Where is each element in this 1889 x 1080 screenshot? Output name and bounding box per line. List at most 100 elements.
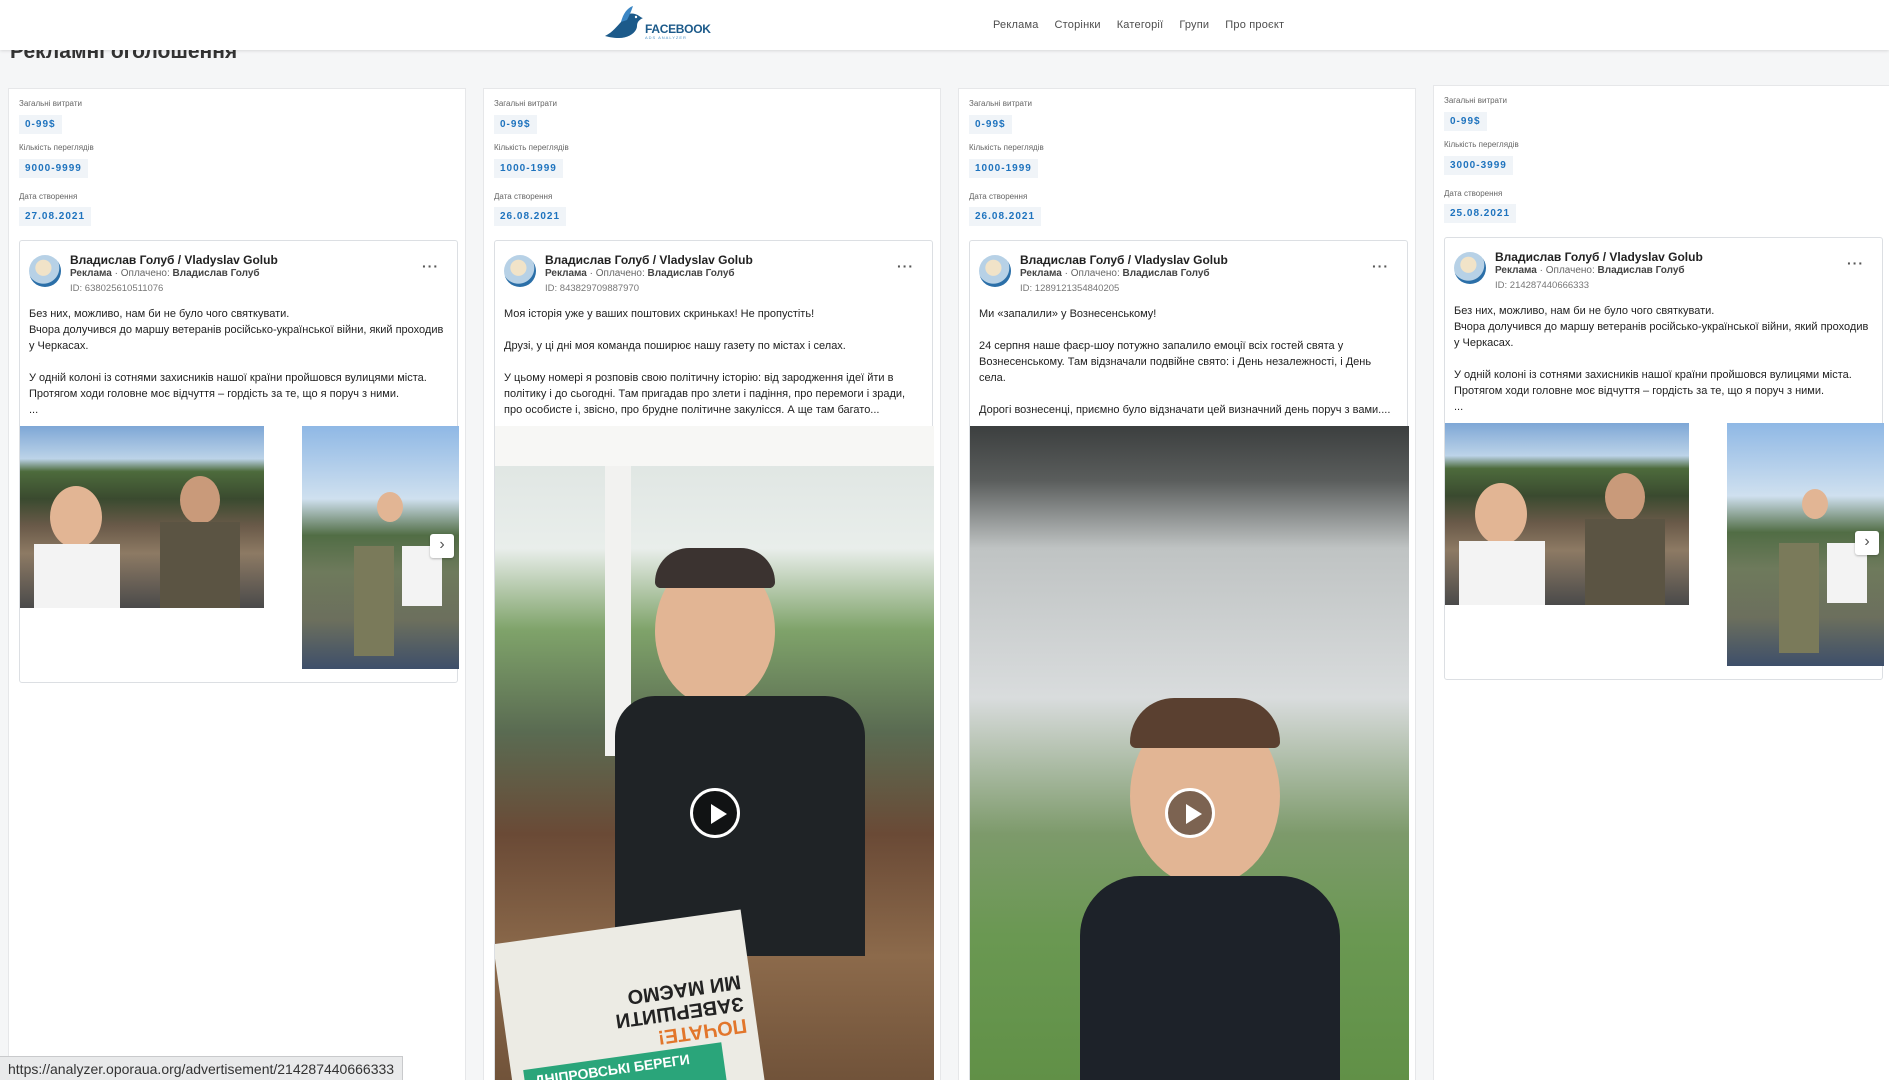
paid-by: Владислав Голуб (1122, 268, 1210, 279)
author-name[interactable]: Владислав Голуб / Vladyslav Golub (1020, 253, 1228, 267)
ad-id-line: ID: 214287440666333 (1495, 280, 1589, 291)
date-label: Дата створення (494, 192, 553, 201)
newspaper-line: БЕРЕГИ (632, 1050, 691, 1075)
nav-about[interactable]: Про проєкт (1225, 19, 1284, 31)
date-value: 25.08.2021 (1444, 204, 1517, 223)
ad-id: 638025610511076 (84, 283, 164, 294)
embroidered-shirt (1459, 541, 1545, 605)
person-face (1605, 473, 1645, 521)
id-prefix: ID: (70, 283, 83, 294)
date-value: 26.08.2021 (969, 207, 1042, 226)
date-value: 27.08.2021 (19, 207, 92, 226)
views-value: 3000-3999 (1444, 156, 1513, 175)
ad-preview-card[interactable]: Владислав Голуб / Vladyslav Golub Реклам… (969, 240, 1409, 1080)
views-label: Кількість переглядів (1444, 140, 1519, 149)
avatar (1454, 252, 1486, 284)
views-value: 1000-1999 (494, 159, 563, 178)
ad-preview-card[interactable]: Владислав Голуб / Vladyslav Golub Реклам… (1444, 237, 1884, 680)
nav-groups[interactable]: Групи (1179, 19, 1209, 31)
date-label: Дата створення (969, 192, 1028, 201)
ad-id: 214287440666333 (1509, 280, 1590, 291)
play-icon[interactable] (1165, 788, 1215, 838)
avatar (979, 255, 1011, 287)
ad-body-text: Моя історія уже у ваших поштових скриньк… (504, 308, 906, 416)
ad-body-text: Ми «запалили» у Вознесенському! 24 серпн… (979, 308, 1391, 416)
ad-sponsor-line: Реклама · Оплачено: Владислав Голуб (1495, 265, 1685, 276)
ad-body-text: Без них, можливо, нам би не було чого св… (29, 308, 444, 416)
more-options-icon[interactable]: ··· (1847, 256, 1864, 270)
views-label: Кількість переглядів (494, 143, 569, 152)
spend-label: Загальні витрати (19, 99, 82, 108)
bird-logo-icon (605, 6, 643, 39)
ad-column: Загальні витрати 0-99$ Кількість перегля… (958, 88, 1416, 1080)
ad-id: 1289121354840205 (1034, 283, 1120, 294)
play-icon[interactable] (690, 788, 740, 838)
id-prefix: ID: (1020, 283, 1033, 294)
ad-video[interactable]: ПОЧАТЕ! ЗАВЕРШИТИ МИ МАЄМО ДНІПРОВСЬКІ Б… (495, 426, 934, 1080)
nav-categories[interactable]: Категорії (1117, 19, 1164, 31)
avatar (504, 255, 536, 287)
embroidered-shirt (34, 544, 120, 608)
ad-sponsor-line: Реклама · Оплачено: Владислав Голуб (545, 268, 735, 279)
spend-value: 0-99$ (494, 115, 537, 134)
camo-outfit (354, 546, 394, 656)
person-face (377, 492, 403, 522)
spend-label: Загальні витрати (1444, 96, 1507, 105)
site-logo[interactable]: FACEBOOK ADS ANALYZER (603, 4, 711, 44)
more-options-icon[interactable]: ··· (422, 259, 439, 273)
date-label: Дата створення (1444, 189, 1503, 198)
views-value: 9000-9999 (19, 159, 88, 178)
avatar (29, 255, 61, 287)
nav-ads[interactable]: Реклама (993, 19, 1039, 31)
top-navbar: FACEBOOK ADS ANALYZER Реклама Сторінки К… (0, 0, 1889, 50)
dark-shirt (1080, 876, 1340, 1080)
carousel-next-icon[interactable]: › (1855, 531, 1879, 555)
nav-pages[interactable]: Сторінки (1055, 19, 1101, 31)
spend-value: 0-99$ (969, 115, 1012, 134)
person-face (50, 486, 102, 548)
date-value: 26.08.2021 (494, 207, 567, 226)
paid-prefix: · Оплачено: (1064, 268, 1120, 279)
carousel-next-icon[interactable]: › (430, 534, 454, 558)
paid-by: Владислав Голуб (172, 268, 260, 279)
views-value: 1000-1999 (969, 159, 1038, 178)
more-options-icon[interactable]: ··· (897, 259, 914, 273)
author-name[interactable]: Владислав Голуб / Vladyslav Golub (1495, 250, 1703, 264)
ad-sponsor-line: Реклама · Оплачено: Владислав Голуб (70, 268, 260, 279)
author-name[interactable]: Владислав Голуб / Vladyslav Golub (545, 253, 753, 267)
ad-preview-card[interactable]: Владислав Голуб / Vladyslav Golub Реклам… (494, 240, 934, 1080)
ad-tag: Реклама (545, 268, 587, 279)
spend-value: 0-99$ (19, 115, 62, 134)
person-face (1475, 483, 1527, 545)
roof-overhang (495, 426, 934, 466)
ad-id: 843829709887970 (559, 283, 640, 294)
paid-by: Владислав Голуб (647, 268, 735, 279)
paid-prefix: · Оплачено: (114, 268, 170, 279)
ad-column: Загальні витрати 0-99$ Кількість перегля… (1433, 85, 1889, 1080)
more-options-icon[interactable]: ··· (1372, 259, 1389, 273)
carousel-photo[interactable] (20, 426, 264, 608)
ad-preview-card[interactable]: Владислав Голуб / Vladyslav Golub Реклам… (19, 240, 459, 683)
spend-value: 0-99$ (1444, 112, 1487, 131)
views-label: Кількість переглядів (19, 143, 94, 152)
views-label: Кількість переглядів (969, 143, 1044, 152)
ad-video[interactable] (970, 426, 1409, 1080)
id-prefix: ID: (545, 283, 558, 294)
author-name[interactable]: Владислав Голуб / Vladyslav Golub (70, 253, 278, 267)
camo-outfit (1779, 543, 1819, 653)
date-label: Дата створення (19, 192, 78, 201)
ad-column: Загальні витрати 0-99$ Кількість перегля… (8, 88, 466, 1080)
spend-label: Загальні витрати (969, 99, 1032, 108)
ad-tag: Реклама (1495, 265, 1537, 276)
id-prefix: ID: (1495, 280, 1508, 291)
paid-prefix: · Оплачено: (589, 268, 645, 279)
person-hair (1130, 698, 1280, 748)
main-nav: Реклама Сторінки Категорії Групи Про про… (993, 19, 1300, 31)
ad-column: Загальні витрати 0-99$ Кількість перегля… (483, 88, 941, 1080)
ad-sponsor-line: Реклама · Оплачено: Владислав Голуб (1020, 268, 1210, 279)
paid-by: Владислав Голуб (1597, 265, 1685, 276)
person-face (1802, 489, 1828, 519)
carousel-photo[interactable] (1445, 423, 1689, 605)
paid-prefix: · Оплачено: (1539, 265, 1595, 276)
logo-subtext: ADS ANALYZER (645, 35, 687, 40)
